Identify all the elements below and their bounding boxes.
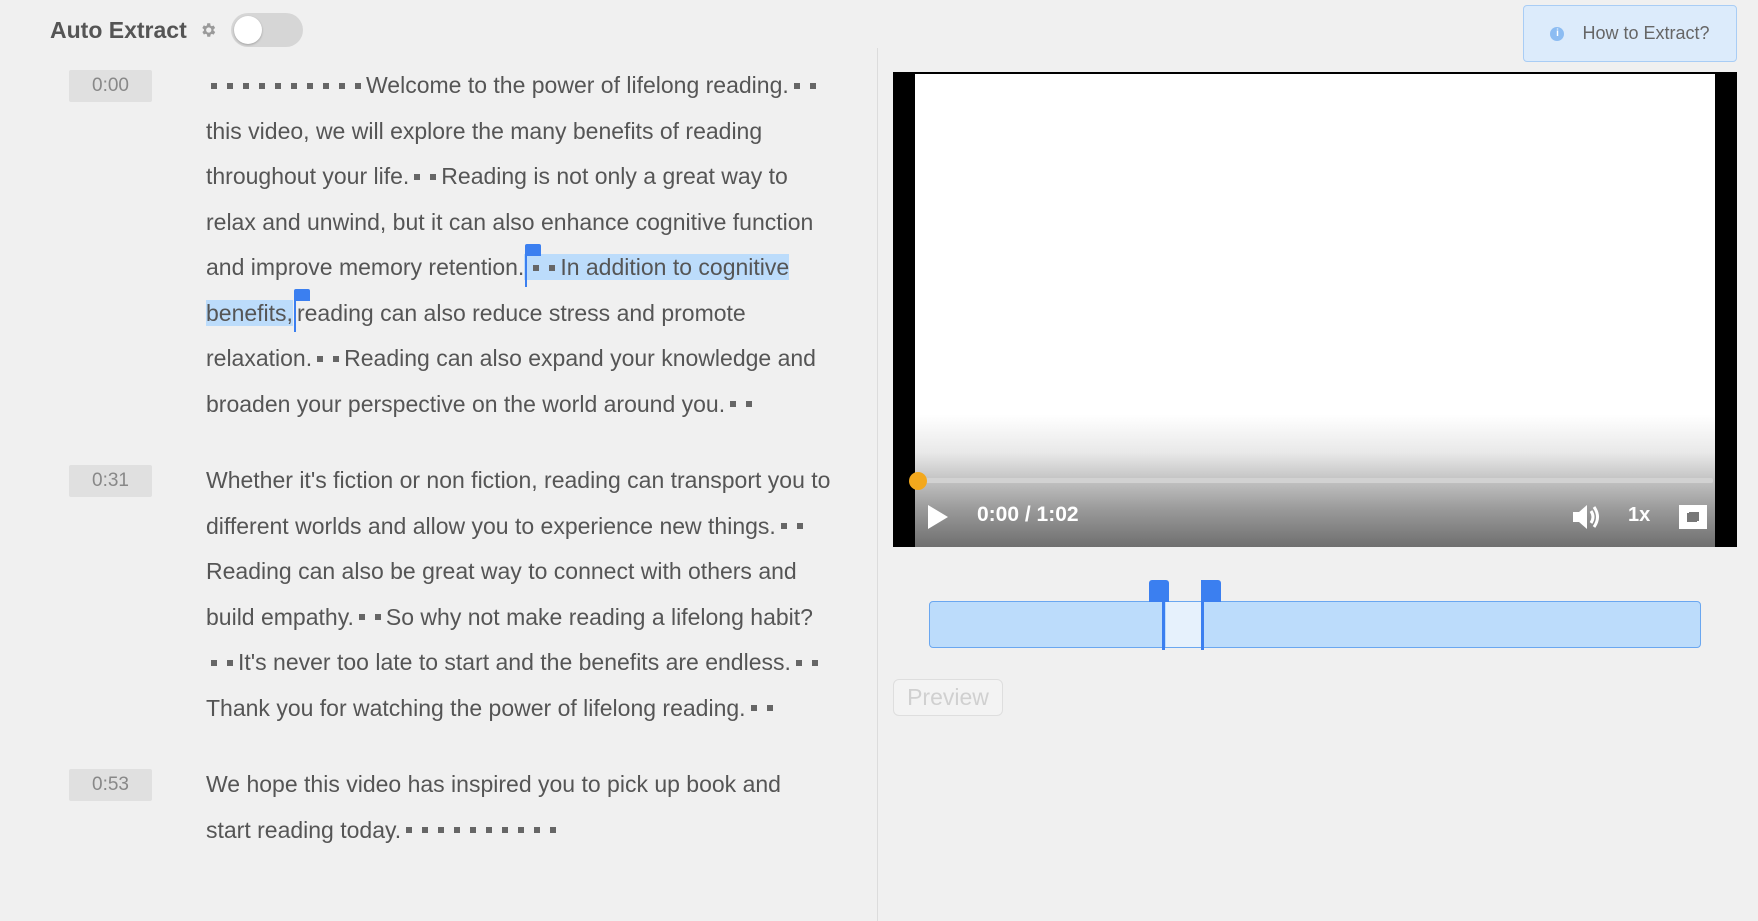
playback-speed[interactable]: 1x xyxy=(1628,504,1650,527)
transcript-text[interactable]: and improve memory retention. xyxy=(206,254,524,280)
transcript-text[interactable]: broaden your perspective on the world ar… xyxy=(206,391,725,417)
transcript-text[interactable]: Reading is not only a great way to xyxy=(441,163,787,189)
pause-markers xyxy=(409,163,441,189)
transcript-line: throughout your life. Reading is not only… xyxy=(206,154,866,200)
progress-track[interactable] xyxy=(919,478,1713,483)
toggle-knob xyxy=(233,16,262,44)
gear-icon[interactable] xyxy=(199,20,219,40)
progress-thumb[interactable] xyxy=(909,472,927,490)
fullscreen-icon[interactable] xyxy=(1678,504,1708,530)
transcript-text[interactable]: Reading can also expand your knowledge a… xyxy=(344,345,816,371)
how-to-extract-button[interactable]: i How to Extract? xyxy=(1523,5,1737,62)
transcript-line: different worlds and allow you to experi… xyxy=(206,504,866,550)
transcript-line: It's never too late to start and the ben… xyxy=(206,640,866,686)
transcript-text[interactable]: We hope this video has inspired you to p… xyxy=(206,771,781,797)
pause-markers xyxy=(791,649,823,675)
segment-start-handle[interactable] xyxy=(1149,580,1169,650)
transcript-text[interactable]: throughout your life. xyxy=(206,163,409,189)
transcript-line: Welcome to the power of lifelong reading… xyxy=(206,63,866,109)
transcript-line: Reading can also be great way to connect… xyxy=(206,549,866,595)
pause-markers xyxy=(354,604,386,630)
transcript-text[interactable]: start reading today. xyxy=(206,817,401,843)
pause-markers xyxy=(528,254,560,280)
preview-button[interactable]: Preview xyxy=(893,679,1003,716)
pause-markers xyxy=(206,649,238,675)
playback-time: 0:00 / 1:02 xyxy=(977,503,1079,526)
transcript-line: Thank you for watching the power of life… xyxy=(206,686,866,732)
pause-markers xyxy=(401,817,561,843)
header: Auto Extract xyxy=(50,10,303,50)
panel-divider xyxy=(877,48,878,921)
transcript-line: and improve memory retention. In addition… xyxy=(206,243,866,291)
transcript-text[interactable]: reading can also reduce stress and promo… xyxy=(297,300,746,326)
play-icon[interactable] xyxy=(925,502,951,532)
transcript-line: broaden your perspective on the world ar… xyxy=(206,382,866,428)
pause-markers xyxy=(776,513,808,539)
info-icon: i xyxy=(1550,26,1565,41)
how-to-extract-label: How to Extract? xyxy=(1582,23,1710,43)
segment-selection[interactable] xyxy=(1166,602,1204,647)
segment-timeline[interactable] xyxy=(929,601,1701,648)
transcript-paragraph: Welcome to the power of lifelong reading… xyxy=(206,63,866,427)
pause-markers xyxy=(789,72,821,98)
selection-start-handle[interactable] xyxy=(525,243,542,287)
transcript-line: relax and unwind, but it can also enhanc… xyxy=(206,200,866,246)
selection-end-handle[interactable] xyxy=(293,289,310,333)
video-player[interactable]: 0:00 / 1:02 1x xyxy=(893,72,1737,547)
transcript-text[interactable]: Reading can also be great way to connect… xyxy=(206,558,797,584)
transcript-line: relaxation. Reading can also expand your … xyxy=(206,336,866,382)
selected-range[interactable]: benefits, xyxy=(206,299,293,326)
segment-end-handle[interactable] xyxy=(1201,580,1221,650)
transcript-line: this video, we will explore the many ben… xyxy=(206,109,866,155)
transcript-line: start reading today. xyxy=(206,808,866,854)
transcript-text[interactable]: build empathy. xyxy=(206,604,354,630)
transcript-paragraph: Whether it's fiction or non fiction, rea… xyxy=(206,458,866,731)
pause-markers xyxy=(312,345,344,371)
timestamp[interactable]: 0:53 xyxy=(69,769,152,801)
video-screen[interactable] xyxy=(915,74,1715,547)
transcript-paragraph: We hope this video has inspired you to p… xyxy=(206,762,866,853)
transcript-text[interactable]: relaxation. xyxy=(206,345,312,371)
transcript-text[interactable]: different worlds and allow you to experi… xyxy=(206,513,776,539)
transcript-line: build empathy. So why not make reading a … xyxy=(206,595,866,641)
pause-markers xyxy=(746,695,778,721)
selected-text[interactable]: benefits, xyxy=(206,300,293,326)
timestamp[interactable]: 0:31 xyxy=(69,465,152,497)
selected-range[interactable]: In addition to cognitive xyxy=(524,243,790,287)
timestamp[interactable]: 0:00 xyxy=(69,70,152,102)
transcript-text[interactable]: Whether it's fiction or non fiction, rea… xyxy=(206,467,830,493)
auto-extract-title: Auto Extract xyxy=(50,16,187,43)
selected-text[interactable]: In addition to cognitive xyxy=(560,254,789,280)
transcript-text[interactable]: Welcome to the power of lifelong reading… xyxy=(366,72,789,98)
transcript-text[interactable]: Thank you for watching the power of life… xyxy=(206,695,746,721)
volume-icon[interactable] xyxy=(1569,500,1603,534)
transcript-text[interactable]: So why not make reading a lifelong habit… xyxy=(386,604,813,630)
auto-extract-toggle[interactable] xyxy=(230,13,303,47)
pause-markers xyxy=(206,72,366,98)
pause-markers xyxy=(725,391,757,417)
transcript-line: Whether it's fiction or non fiction, rea… xyxy=(206,458,866,504)
transcript-line: We hope this video has inspired you to p… xyxy=(206,762,866,808)
transcript-text[interactable]: It's never too late to start and the ben… xyxy=(238,649,791,675)
transcript-text[interactable]: relax and unwind, but it can also enhanc… xyxy=(206,209,813,235)
transcript-line: benefits, reading can also reduce stress … xyxy=(206,289,866,337)
transcript-text[interactable]: this video, we will explore the many ben… xyxy=(206,118,762,144)
